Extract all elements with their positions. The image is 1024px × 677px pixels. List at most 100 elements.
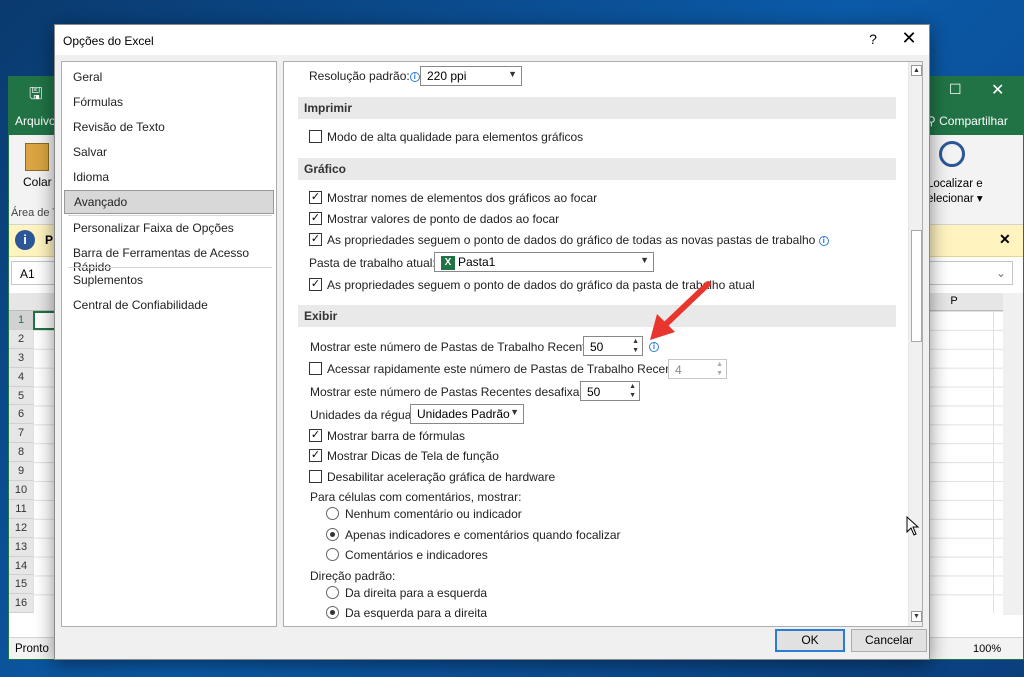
ruler-units-dropdown[interactable]: Unidades Padrão ▼: [410, 404, 524, 424]
formula-expand-icon[interactable]: ⌄: [929, 261, 1013, 285]
spinner-arrows-icon[interactable]: ▲ ▼: [629, 382, 636, 400]
props-current-workbook-checkbox[interactable]: ✓: [309, 278, 322, 291]
options-content: Resolução padrão: i 220 ppi ▼ Imprimir Mod…: [283, 61, 923, 627]
info-text: P: [45, 233, 54, 247]
formula-bar-checkbox[interactable]: ✓: [309, 429, 322, 442]
nav-item-personalizar[interactable]: Personalizar Faixa de Opções: [64, 217, 274, 241]
search-icon[interactable]: [939, 141, 965, 167]
info-icon[interactable]: i: [409, 71, 420, 82]
row-header[interactable]: 8: [9, 443, 33, 463]
nav-item-avancado[interactable]: Avançado: [64, 190, 274, 214]
ruler-units-label: Unidades da régua: [310, 408, 412, 422]
scroll-down-icon[interactable]: ▼: [911, 611, 922, 622]
maximize-icon[interactable]: ☐: [949, 81, 962, 98]
quick-access-spinner: 4 ▲ ▼: [668, 359, 727, 379]
close-icon[interactable]: ✕: [999, 231, 1011, 248]
nav-item-salvar[interactable]: Salvar: [64, 141, 274, 165]
high-quality-label: Modo de alta qualidade para elementos gr…: [327, 130, 584, 144]
quick-access-checkbox[interactable]: [309, 362, 322, 375]
high-quality-checkbox[interactable]: [309, 130, 322, 143]
nav-item-suplementos[interactable]: Suplementos: [64, 269, 274, 293]
row-header[interactable]: 10: [9, 481, 33, 500]
row-header[interactable]: 1: [9, 311, 33, 330]
nav-item-formulas[interactable]: Fórmulas: [64, 91, 274, 115]
row-header[interactable]: 2: [9, 329, 33, 349]
row-header[interactable]: 15: [9, 575, 33, 595]
dialog-title-bar: Opções do Excel ? ✕: [55, 25, 929, 55]
nav-item-revisao[interactable]: Revisão de Texto: [64, 116, 274, 140]
row-header[interactable]: 4: [9, 367, 33, 387]
resolution-label-text: Resolução padrão:: [309, 69, 410, 83]
resolution-dropdown[interactable]: 220 ppi ▼: [420, 66, 522, 86]
row-header[interactable]: 3: [9, 348, 33, 368]
paste-label[interactable]: Colar: [23, 175, 52, 189]
share-button[interactable]: ⚲ Compartilhar: [927, 114, 1008, 128]
section-imprimir: Imprimir: [298, 97, 896, 119]
scrollbar-thumb[interactable]: [911, 230, 922, 342]
row-header[interactable]: 14: [9, 556, 33, 576]
zoom-level[interactable]: 100%: [973, 643, 1001, 655]
row-header[interactable]: 5: [9, 386, 33, 406]
clipboard-group-label: Área de T: [11, 207, 60, 219]
excel-options-dialog: Opções do Excel ? ✕ Geral Fórmulas Revis…: [54, 24, 930, 660]
ruler-units-value: Unidades Padrão: [417, 407, 510, 421]
help-button[interactable]: ?: [861, 31, 885, 47]
quick-access-value: 4: [675, 363, 682, 377]
paste-icon[interactable]: [25, 143, 49, 171]
row-header[interactable]: 12: [9, 518, 33, 538]
formula-bar-label: Mostrar barra de fórmulas: [327, 429, 466, 443]
nav-item-central[interactable]: Central de Confiabilidade: [64, 294, 274, 318]
props-new-workbooks-label: As propriedades seguem o ponto de dados …: [327, 233, 829, 247]
unpinned-folders-spinner[interactable]: 50 ▲ ▼: [580, 381, 640, 401]
radio-ltr-label: Da esquerda para a direita: [345, 606, 488, 620]
nav-item-geral[interactable]: Geral: [64, 66, 274, 90]
cancel-button[interactable]: Cancelar: [851, 629, 927, 652]
radio-rtl[interactable]: [326, 586, 339, 599]
nav-item-idioma[interactable]: Idioma: [64, 166, 274, 190]
show-data-values-checkbox[interactable]: ✓: [309, 212, 322, 225]
props-new-workbooks-checkbox[interactable]: ✓: [309, 233, 322, 246]
radio-ltr[interactable]: [326, 606, 339, 619]
spinner-arrows-icon: ▲ ▼: [716, 361, 723, 377]
row-headers: 1 2 3 4 5 6 7 8 9 10 11 12 13 14 15 16: [9, 311, 33, 614]
current-workbook-label: Pasta de trabalho atual:: [309, 256, 436, 270]
column-header-p[interactable]: P: [934, 295, 974, 307]
close-button[interactable]: ✕: [897, 28, 921, 49]
row-header[interactable]: 11: [9, 499, 33, 519]
disable-hw-accel-label: Desabilitar aceleração gráfica de hardwa…: [327, 470, 556, 484]
radio-no-comments[interactable]: [326, 507, 339, 520]
row-header[interactable]: 13: [9, 537, 33, 557]
radio-comments-indicators[interactable]: [326, 548, 339, 561]
radio-indicators-hover-label: Apenas indicadores e comentários quando …: [345, 528, 621, 542]
find-select-button[interactable]: Localizar e elecionar ▾: [927, 177, 997, 207]
recent-workbooks-spinner[interactable]: 50 ▲ ▼: [583, 336, 643, 356]
scroll-up-icon[interactable]: ▲: [911, 65, 922, 76]
excel-file-icon: X: [441, 255, 455, 270]
disable-hw-accel-checkbox[interactable]: [309, 470, 322, 483]
spinner-arrows-icon[interactable]: ▲ ▼: [632, 337, 639, 355]
close-icon[interactable]: ✕: [991, 80, 1004, 100]
current-workbook-dropdown[interactable]: X Pasta1 ▼: [434, 252, 654, 272]
arrow-shaft: [662, 281, 711, 328]
sheet-scrollbar[interactable]: [1003, 293, 1023, 615]
content-scrollbar[interactable]: ▲ ▼: [908, 62, 922, 626]
radio-no-comments-label: Nenhum comentário ou indicador: [345, 507, 522, 521]
save-icon[interactable]: 🖫: [29, 83, 43, 110]
unpinned-folders-label: Mostrar este número de Pastas Recentes d…: [310, 385, 603, 399]
annotation-arrow: [650, 281, 711, 340]
show-chart-names-checkbox[interactable]: ✓: [309, 191, 322, 204]
ok-button[interactable]: OK: [775, 629, 845, 652]
row-header[interactable]: 6: [9, 405, 33, 425]
direction-label: Direção padrão:: [310, 569, 396, 583]
radio-rtl-label: Da direita para a esquerda: [345, 586, 488, 600]
screentips-checkbox[interactable]: ✓: [309, 449, 322, 462]
row-header[interactable]: 9: [9, 462, 33, 482]
screentips-label: Mostrar Dicas de Tela de função: [327, 449, 499, 463]
nav-item-barra-ferramentas[interactable]: Barra de Ferramentas de Acesso Rápido: [64, 242, 274, 274]
arquivo-tab[interactable]: Arquivo: [15, 114, 56, 128]
row-header[interactable]: 16: [9, 594, 33, 614]
radio-indicators-hover[interactable]: [326, 528, 339, 541]
info-icon[interactable]: i: [818, 235, 829, 246]
props-new-workbooks-text: As propriedades seguem o ponto de dados …: [327, 233, 816, 247]
row-header[interactable]: 7: [9, 424, 33, 444]
